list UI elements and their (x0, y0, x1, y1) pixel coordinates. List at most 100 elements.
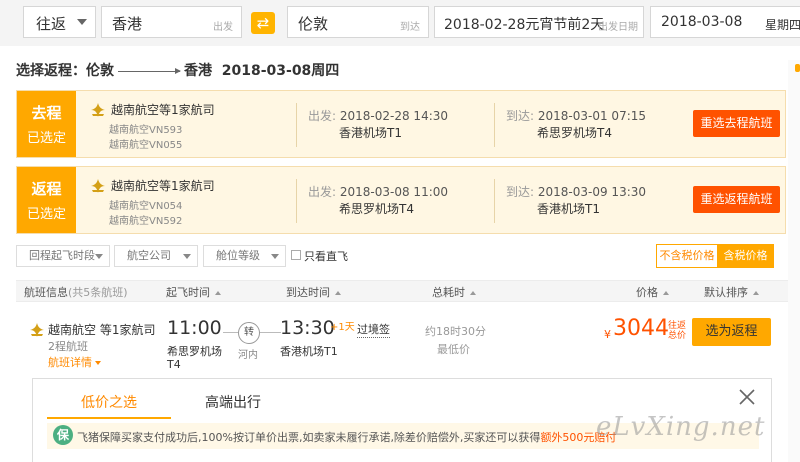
return-flight-1: 越南航空VN054 (109, 201, 183, 212)
return-arrive-time: 2018-03-09 13:30 (537, 185, 647, 199)
sort-arrive-time-label: 到达时间 (286, 286, 330, 299)
lowest-price-badge: 最低价 (437, 343, 470, 356)
plus-day-badge: +1天 (330, 322, 355, 333)
sort-icon (215, 291, 221, 295)
search-bar: 往返 香港 出发 ⇄ 伦敦 到达 2018-02-28元宵节前2天 出发日期 2… (0, 0, 800, 46)
sort-depart-time[interactable]: 起飞时间 (166, 284, 221, 300)
swap-icon[interactable]: ⇄ (251, 12, 275, 34)
selected-outbound-card: 去程 已选定 越南航空等1家航司 越南航空VN593 越南航空VN055 出发:… (16, 90, 786, 158)
depart-date-hint: 出发日期 (598, 22, 638, 33)
from-city-hint: 出发 (213, 22, 233, 33)
depart-label: 出发: (308, 185, 337, 199)
price-excl-tax-option[interactable]: 不含税价格 (657, 245, 717, 267)
price-incl-tax-option[interactable]: 含税价格 (717, 245, 774, 267)
from-city-input[interactable]: 香港 出发 (101, 6, 242, 38)
trip-type-select[interactable]: 往返 (23, 6, 96, 38)
return-arrive-airport: 香港机场T1 (537, 202, 600, 216)
result-price: 3044 (613, 316, 669, 341)
return-flight-2: 越南航空VN592 (109, 216, 183, 227)
reselect-return-button[interactable]: 重选返程航班 (693, 186, 780, 213)
arrow-right-icon (118, 67, 181, 74)
sort-default-label: 默认排序 (704, 286, 748, 299)
select-return-button[interactable]: 选为返程 (692, 318, 771, 346)
filter-airline[interactable]: 航空公司 (114, 245, 198, 267)
return-tag-sub: 已选定 (26, 207, 66, 222)
close-icon[interactable] (737, 387, 757, 407)
result-depart-time: 11:00 (167, 317, 222, 339)
sort-icon (335, 291, 341, 295)
guarantee-text-body: 飞猪保障买家支付成功后,100%按订单价出票,如卖家未履行承诺,除差价赔偿外,买… (77, 431, 541, 444)
return-weekday: 星期四 (765, 18, 800, 32)
outbound-arrive: 到达: 2018-03-01 07:15 (506, 107, 646, 124)
outbound-tag-sub: 已选定 (26, 131, 66, 146)
shield-icon: 保 (53, 425, 73, 445)
outbound-depart-time: 2018-02-28 14:30 (339, 109, 449, 123)
airline-logo-icon (91, 179, 105, 193)
tab-premium[interactable]: 高端出行 (205, 392, 261, 412)
filter-depart-time[interactable]: 回程起飞时段 (16, 245, 110, 267)
outbound-arrive-time: 2018-03-01 07:15 (537, 109, 647, 123)
chevron-down-icon (271, 254, 279, 259)
sort-duration[interactable]: 总耗时 (432, 284, 476, 300)
currency-symbol: ¥ (604, 328, 611, 341)
outbound-tag-title: 去程 (31, 104, 62, 122)
tax-note: 往返总价 (668, 321, 687, 341)
result-legs: 2程航班 (48, 340, 88, 353)
sort-default[interactable]: 默认排序 (704, 284, 759, 300)
sort-icon (753, 291, 759, 295)
return-depart: 出发: 2018-03-08 11:00 (308, 183, 448, 200)
outbound-airline: 越南航空等1家航司 (111, 103, 215, 117)
to-city-value: 伦敦 (298, 15, 329, 33)
return-date-input[interactable]: 2018-03-08 星期四 (650, 6, 800, 38)
filter-depart-time-label: 回程起飞时段 (29, 249, 95, 262)
flight-details-label: 航班详情 (48, 356, 92, 369)
result-airline: 越南航空 等1家航司 (48, 323, 156, 337)
return-tag: 返程 已选定 (17, 167, 76, 233)
result-list-header: 航班信息(共5条航班) 起飞时间 到达时间 总耗时 价格 默认排序 (16, 280, 800, 302)
to-city-input[interactable]: 伦敦 到达 (287, 6, 429, 38)
page-title: 选择返程：伦敦 香港 2018-03-08周四 (16, 60, 339, 80)
transfer-icon: 转 (238, 322, 260, 344)
direct-only-checkbox[interactable] (291, 250, 301, 260)
sort-icon (470, 291, 476, 295)
sort-arrive-time[interactable]: 到达时间 (286, 284, 341, 300)
return-tag-title: 返程 (31, 180, 62, 198)
arrive-label: 到达: (506, 185, 535, 199)
return-airline: 越南航空等1家航司 (111, 179, 215, 193)
outbound-flight-1: 越南航空VN593 (109, 125, 183, 136)
return-depart-time: 2018-03-08 11:00 (339, 185, 449, 199)
direct-only-label[interactable]: 只看直飞 (304, 248, 348, 264)
outbound-tag: 去程 已选定 (17, 91, 76, 157)
airline-logo-icon (30, 323, 44, 337)
transit-visa-link[interactable]: 过境签 (357, 321, 390, 338)
scrollbar[interactable] (788, 60, 800, 462)
scrollbar-thumb[interactable] (795, 64, 800, 72)
chevron-down-icon (95, 361, 101, 365)
sort-icon (663, 291, 669, 295)
sort-duration-label: 总耗时 (432, 286, 465, 299)
filter-cabin[interactable]: 舱位等级 (203, 245, 286, 267)
from-city-value: 香港 (112, 15, 143, 33)
filter-airline-label: 航空公司 (127, 249, 171, 262)
selected-return-card: 返程 已选定 越南航空等1家航司 越南航空VN054 越南航空VN592 出发:… (16, 166, 786, 234)
heading-dest: 香港 (184, 63, 212, 79)
chevron-down-icon (95, 254, 103, 259)
sort-price[interactable]: 价格 (636, 284, 669, 300)
heading-date: 2018-03-08周四 (221, 63, 340, 79)
transfer-city: 河内 (238, 350, 258, 361)
flight-details-link[interactable]: 航班详情 (48, 354, 101, 370)
depart-label: 出发: (308, 109, 337, 123)
outbound-depart: 出发: 2018-02-28 14:30 (308, 107, 448, 124)
airline-logo-icon (91, 103, 105, 117)
divider (296, 103, 297, 147)
depart-date-input[interactable]: 2018-02-28元宵节前2天 出发日期 (434, 6, 644, 38)
sort-price-label: 价格 (636, 286, 658, 299)
result-arrive-time: 13:30 (280, 317, 335, 339)
reselect-outbound-button[interactable]: 重选去程航班 (693, 110, 780, 137)
return-date-value: 2018-03-08 (661, 14, 743, 30)
tab-low-price[interactable]: 低价之选 (81, 392, 137, 412)
watermark: eLvXing.net (596, 412, 766, 442)
outbound-depart-airport: 香港机场T1 (339, 126, 402, 140)
trip-type-value: 往返 (36, 15, 67, 33)
outbound-flight-2: 越南航空VN055 (109, 140, 183, 151)
